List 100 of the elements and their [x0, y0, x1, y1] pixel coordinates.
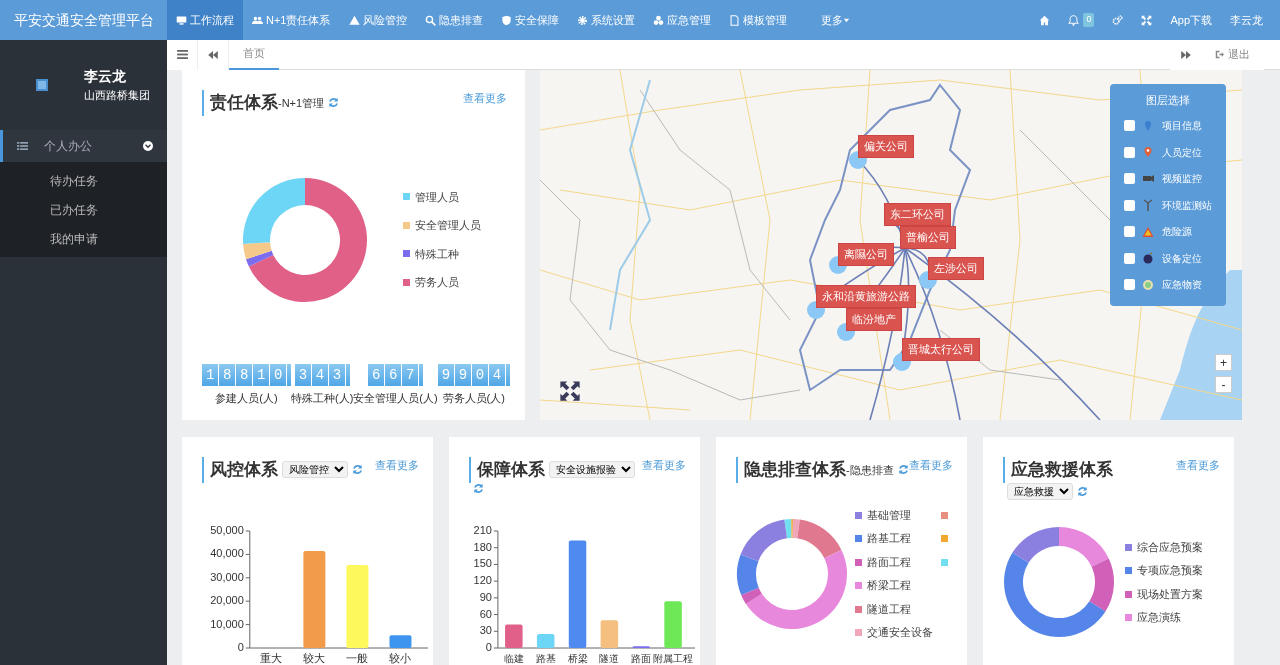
- counter-label: 劳务人员(人): [442, 390, 505, 406]
- pin-icon: [1142, 119, 1154, 132]
- panel-title: 隐患排查体系: [736, 457, 846, 483]
- menu-icon: [176, 50, 188, 59]
- nav-tab[interactable]: 风险管控: [339, 0, 416, 40]
- map-marker[interactable]: 左涉公司: [928, 257, 984, 280]
- refresh-icon[interactable]: [352, 464, 363, 476]
- user-menu[interactable]: 李云龙: [1221, 0, 1272, 40]
- category-select[interactable]: 安全设施报验: [549, 461, 635, 479]
- layer-checkbox[interactable]: [1124, 279, 1135, 291]
- monitor-icon: [176, 14, 187, 26]
- legend-label: 综合应急预案: [1137, 539, 1203, 555]
- panel-subtitle: -N+1管理: [278, 96, 325, 109]
- search-icon: [424, 14, 436, 26]
- view-more-link[interactable]: 查看更多: [642, 457, 686, 474]
- refresh-icon[interactable]: [473, 482, 484, 494]
- app-download-link[interactable]: App下载: [1161, 0, 1221, 40]
- chart-bar: [600, 620, 619, 648]
- fullscreen-icon[interactable]: [559, 380, 581, 402]
- counter-label: 安全管理人员(人): [353, 390, 438, 406]
- legend-label: 隧道工程: [867, 601, 911, 617]
- category-select[interactable]: 风险管控: [282, 461, 348, 479]
- category-select[interactable]: 应急救援: [1007, 482, 1073, 500]
- chart-bar: [664, 601, 682, 648]
- nav-tab[interactable]: 模板管理: [719, 0, 796, 40]
- nav-tab[interactable]: 应急管理: [643, 0, 720, 40]
- legend-label: 路基工程: [867, 531, 911, 547]
- legend-label: 现场处置方案: [1137, 586, 1203, 602]
- refresh-icon[interactable]: [897, 464, 909, 476]
- organization-name: 山西路桥集团: [84, 88, 150, 104]
- sidebar-menu-item[interactable]: 个人办公: [0, 130, 167, 162]
- biohazard-icon: [652, 14, 664, 26]
- app-title: 平安交通安全管理平台: [13, 10, 155, 30]
- zoom-out-button[interactable]: -: [1215, 376, 1232, 393]
- fullscreen-icon: [1141, 14, 1153, 26]
- menu-toggle-button[interactable]: [167, 39, 198, 70]
- view-more-link[interactable]: 查看更多: [463, 90, 507, 107]
- legend-label: 应急演练: [1137, 610, 1181, 626]
- layer-checkbox[interactable]: [1124, 226, 1135, 238]
- axis-tick-label: 50,000: [210, 525, 244, 536]
- chart-bar: [389, 635, 412, 648]
- panel-title: 保障体系: [469, 457, 545, 483]
- notification-badge: 0: [1083, 13, 1095, 27]
- sidebar-submenu-item[interactable]: 已办任务: [0, 195, 167, 224]
- legend-label: 交通安全设备: [867, 625, 933, 641]
- zoom-in-button[interactable]: +: [1215, 354, 1232, 371]
- map-marker[interactable]: 临汾地产: [846, 308, 902, 331]
- refresh-icon[interactable]: [328, 97, 340, 109]
- camera-icon: [1142, 172, 1154, 185]
- map-marker[interactable]: 离隰公司: [838, 243, 894, 266]
- layer-checkbox[interactable]: [1124, 199, 1135, 211]
- scroll-left-button[interactable]: [198, 39, 229, 70]
- sidebar-submenu-item[interactable]: 待办任务: [0, 166, 167, 195]
- more-menu-button[interactable]: 更多: [811, 0, 859, 40]
- layer-label: 环境监测站: [1162, 198, 1212, 213]
- view-more-link[interactable]: 查看更多: [1176, 457, 1220, 474]
- globe-icon: [1142, 278, 1154, 291]
- refresh-icon[interactable]: [1077, 485, 1088, 497]
- legend-label: 特殊工种: [415, 246, 459, 262]
- nav-tab[interactable]: 系统设置: [567, 0, 644, 40]
- nav-tab[interactable]: 工作流程: [167, 0, 243, 40]
- layer-label: 人员定位: [1162, 145, 1202, 160]
- layer-checkbox[interactable]: [1124, 173, 1135, 185]
- users-icon: [252, 14, 263, 26]
- double-left-icon: [208, 50, 218, 59]
- map-marker[interactable]: 永和沿黄旅游公路: [816, 285, 916, 308]
- layer-checkbox[interactable]: [1124, 120, 1135, 132]
- panel-title: 风控体系: [202, 457, 278, 483]
- legend-label: 路面工程: [867, 554, 911, 570]
- list-icon: [17, 141, 28, 151]
- axis-tick-label: 0: [237, 641, 244, 653]
- axis-tick-label: 30,000: [210, 570, 244, 583]
- home-icon: [1039, 14, 1051, 26]
- warning-icon: [1142, 225, 1154, 238]
- panel-subtitle: -隐患排查: [846, 463, 894, 476]
- layer-checkbox[interactable]: [1124, 146, 1135, 158]
- nav-tab[interactable]: N+1责任体系: [243, 0, 340, 40]
- view-more-link[interactable]: 查看更多: [909, 457, 953, 474]
- map-marker[interactable]: 普榆公司: [900, 226, 956, 249]
- axis-category-label: 路基: [535, 653, 556, 664]
- axis-category-label: 路面: [631, 653, 652, 664]
- legend-label: 安全管理人员: [415, 218, 481, 233]
- map-marker[interactable]: 东二环公司: [884, 203, 951, 226]
- shield-icon: [500, 14, 512, 26]
- layer-panel-title: 图层选择: [1145, 93, 1191, 108]
- layer-checkbox[interactable]: [1124, 252, 1135, 264]
- axis-category-label: 桥梁: [567, 653, 588, 664]
- legend-label: 劳务人员: [415, 275, 459, 290]
- nav-tab[interactable]: 隐患排查: [415, 0, 492, 40]
- view-more-link[interactable]: 查看更多: [375, 457, 419, 474]
- layer-label: 设备定位: [1162, 251, 1202, 266]
- panel-title: 责任体系: [202, 90, 278, 116]
- axis-tick-label: 90: [479, 590, 492, 603]
- legend-label: 基础管理: [867, 507, 911, 523]
- layer-label: 危险源: [1162, 225, 1192, 240]
- nav-tab[interactable]: 安全保障: [491, 0, 568, 40]
- axis-tick-label: 0: [485, 641, 492, 653]
- map-marker[interactable]: 晋城太行公司: [902, 338, 980, 361]
- sidebar-submenu-item[interactable]: 我的申请: [0, 224, 167, 253]
- map-marker[interactable]: 偏关公司: [858, 135, 914, 158]
